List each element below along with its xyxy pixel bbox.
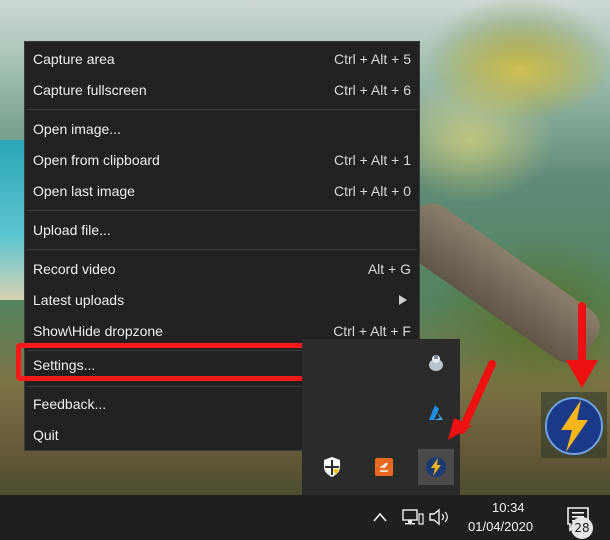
menu-item-label: Capture area [33,51,115,67]
windows-security-icon[interactable] [316,451,348,483]
notification-count-badge[interactable]: 28 [571,517,593,539]
menu-item-label: Capture fullscreen [33,82,147,98]
menu-item-shortcut: Ctrl + Alt + 6 [333,82,411,98]
chevron-right-icon [399,295,407,305]
menu-item-open-last-image[interactable]: Open last image Ctrl + Alt + 0 [25,176,419,206]
tray-overflow-panel [302,339,460,495]
menu-separator [27,109,417,110]
menu-item-capture-fullscreen[interactable]: Capture fullscreen Ctrl + Alt + 6 [25,75,419,105]
clock-time[interactable]: 10:34 [492,500,525,515]
menu-item-shortcut: Ctrl + Alt + 0 [333,183,411,199]
menu-item-open-from-clipboard[interactable]: Open from clipboard Ctrl + Alt + 1 [25,145,419,175]
menu-item-shortcut: Alt + G [367,261,411,277]
menu-item-latest-uploads[interactable]: Latest uploads [25,285,419,315]
menu-item-label: Upload file... [33,222,111,238]
menu-item-label: Open image... [33,121,121,137]
menu-item-shortcut: Ctrl + Alt + F [333,323,411,339]
menu-item-record-video[interactable]: Record video Alt + G [25,254,419,284]
lightning-app-icon[interactable] [418,449,454,485]
red-arrow-annotation [448,360,496,440]
volume-icon[interactable] [428,508,452,526]
red-arrow-annotation [566,302,598,388]
menu-item-label: Open last image [33,183,135,199]
menu-item-label: Open from clipboard [33,152,160,168]
clock-date[interactable]: 01/04/2020 [468,519,533,534]
chevron-up-icon[interactable] [372,511,388,523]
lightning-app-icon [541,392,607,458]
menu-separator [27,210,417,211]
menu-item-upload-file[interactable]: Upload file... [25,215,419,245]
menu-item-label: Latest uploads [33,292,125,308]
menu-item-label: Record video [33,261,116,277]
java-update-icon[interactable] [368,451,400,483]
menu-item-shortcut: Ctrl + Alt + 5 [333,51,411,67]
menu-item-shortcut: Ctrl + Alt + 1 [333,152,411,168]
menu-item-open-image[interactable]: Open image... [25,114,419,144]
menu-separator [27,249,417,250]
menu-item-capture-area[interactable]: Capture area Ctrl + Alt + 5 [25,44,419,74]
menu-item-label: Show\Hide dropzone [33,323,163,339]
wallpaper-foliage [430,20,610,120]
network-icon[interactable] [402,508,424,526]
